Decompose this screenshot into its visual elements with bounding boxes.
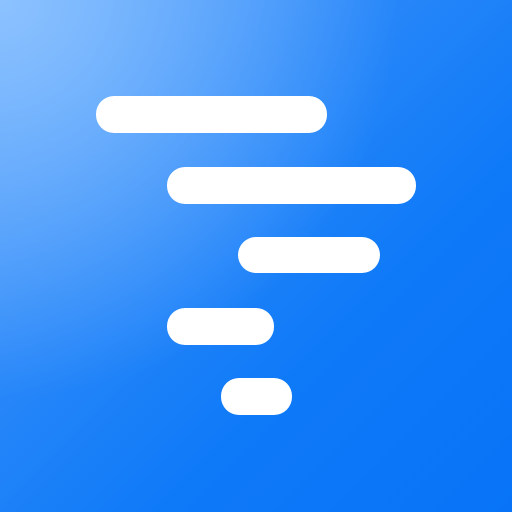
funnel-bar-1 [96,96,327,133]
funnel-bar-2 [167,167,416,204]
funnel-bar-5 [221,378,292,415]
app-icon [0,0,512,512]
funnel-bar-3 [238,237,380,273]
funnel-bar-4 [167,308,274,345]
